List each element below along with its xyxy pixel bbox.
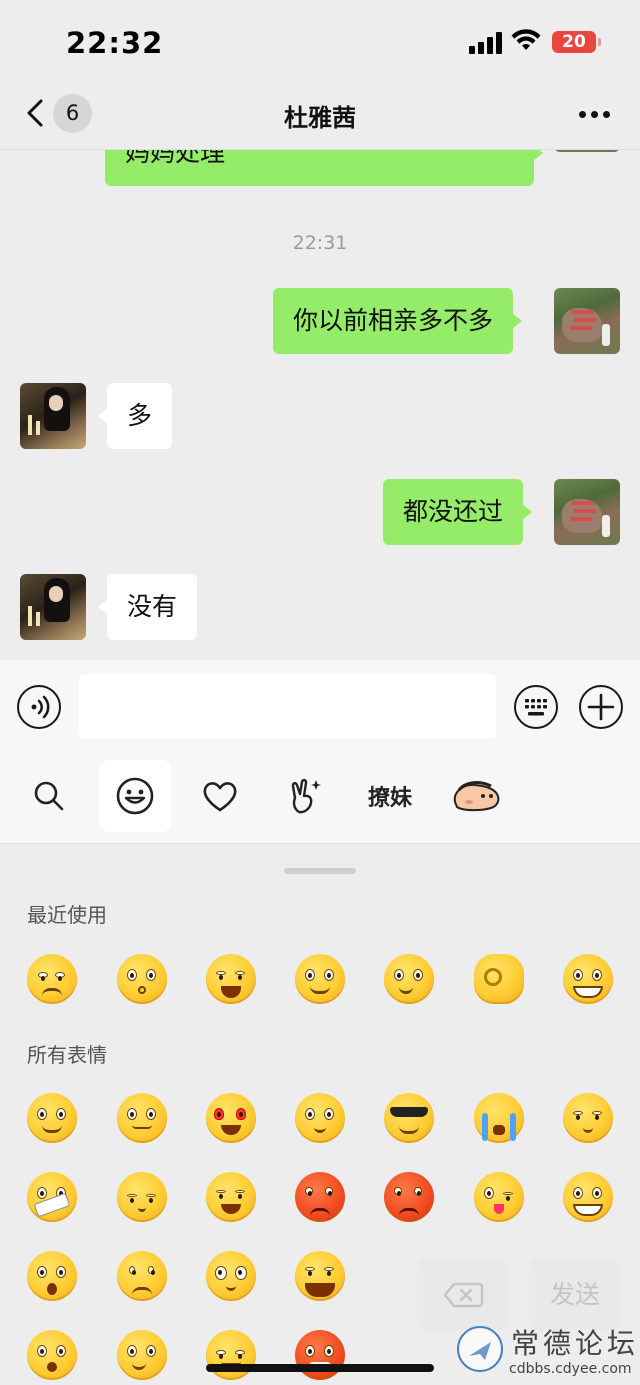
voice-icon	[31, 695, 50, 719]
message-bubble-received[interactable]: 多	[97, 383, 173, 449]
emoji-shut-mouth-icon[interactable]	[27, 1172, 77, 1222]
emoji-sad-icon[interactable]	[117, 1251, 167, 1301]
forum-watermark: 常德论坛 cdbbs.cdyee.com	[455, 1322, 640, 1385]
send-button[interactable]: 发送	[529, 1260, 621, 1330]
tab-sticker-hand[interactable]	[269, 760, 341, 832]
my-avatar[interactable]	[554, 288, 620, 354]
plus-icon	[587, 693, 615, 721]
victory-hand-icon	[291, 778, 321, 814]
emoji-rage-icon[interactable]	[295, 1330, 345, 1380]
emoji-sideeye-icon[interactable]	[295, 1093, 345, 1143]
wifi-icon	[511, 29, 541, 50]
my-avatar[interactable]	[554, 150, 620, 152]
recent-emoji-title: 最近使用	[27, 903, 107, 927]
message-list[interactable]: 妈妈处理 22:31 你以前相亲多不多 多 都没还过 没有	[0, 150, 640, 660]
keyboard-icon	[525, 699, 547, 716]
emoji-sigh-icon[interactable]	[27, 954, 77, 1004]
message-bubble-sent[interactable]: 你以前相亲多不多	[273, 288, 523, 354]
emoji-shy-icon[interactable]	[563, 1093, 613, 1143]
chat-title: 杜雅茜	[284, 104, 356, 132]
emoji-grin-icon[interactable]	[563, 954, 613, 1004]
heart-icon	[203, 782, 237, 812]
tab-emoji-search[interactable]	[13, 760, 85, 832]
emoji-heart-eyes-icon[interactable]	[206, 1093, 256, 1143]
message-text: 没有	[127, 592, 178, 621]
emoji-crying-icon[interactable]	[474, 1093, 524, 1143]
status-time: 22:32	[66, 26, 164, 60]
emoji-shocked-icon[interactable]	[117, 954, 167, 1004]
tab-favorites[interactable]	[184, 760, 256, 832]
message-text: 都没还过	[403, 497, 504, 526]
panel-drag-handle[interactable]	[284, 868, 356, 874]
message-input[interactable]	[79, 674, 496, 739]
more-functions-button[interactable]	[579, 685, 623, 729]
watermark-name: 常德论坛	[511, 1327, 640, 1360]
status-bar: 22:32 20	[0, 0, 640, 86]
message-bubble-received[interactable]: 没有	[97, 574, 198, 640]
contact-avatar[interactable]	[20, 383, 86, 449]
emoji-furious-icon[interactable]	[384, 1172, 434, 1222]
crayon-shin-chan-icon	[453, 781, 500, 812]
more-options-icon[interactable]	[579, 111, 611, 119]
input-toolbar: 撩妹	[0, 660, 640, 844]
keyboard-toggle-button[interactable]	[514, 685, 558, 729]
tab-sticker-shinchan[interactable]	[440, 760, 512, 832]
message-timestamp: 22:31	[292, 232, 348, 254]
message-text: 妈妈处理	[125, 150, 226, 167]
emoji-astonished-icon[interactable]	[27, 1330, 77, 1380]
emoji-big-grin-icon[interactable]	[563, 1172, 613, 1222]
emoji-thinking-icon[interactable]	[384, 954, 434, 1004]
tab-default-emoji[interactable]	[99, 760, 171, 832]
smiley-icon	[116, 777, 154, 815]
emoji-smirk-icon[interactable]	[295, 954, 345, 1004]
sticker-pack-label: 撩妹	[367, 785, 412, 811]
message-text: 你以前相亲多不多	[293, 306, 494, 335]
emoji-laugh-tears-icon[interactable]	[206, 954, 256, 1004]
contact-avatar[interactable]	[20, 574, 86, 640]
emoji-sleepy-icon[interactable]	[117, 1172, 167, 1222]
search-icon	[34, 781, 64, 811]
message-bubble-sent[interactable]: 妈妈处理	[105, 150, 543, 186]
emoji-panel[interactable]: 最近使用 所有表情 发送	[0, 845, 640, 1385]
backspace-icon	[443, 1282, 484, 1308]
battery-level: 20	[562, 32, 586, 52]
home-indicator[interactable]	[206, 1364, 434, 1372]
emoji-angry-sweat-icon[interactable]	[295, 1172, 345, 1222]
all-emoji-title: 所有表情	[27, 1043, 107, 1067]
chat-header: 6 杜雅茜	[0, 86, 640, 150]
emoji-worried-icon[interactable]	[117, 1093, 167, 1143]
tab-sticker-pack-text[interactable]: 撩妹	[354, 760, 426, 832]
emoji-category-tabs: 撩妹	[0, 760, 640, 832]
emoji-surprised-icon[interactable]	[27, 1251, 77, 1301]
my-avatar[interactable]	[554, 479, 620, 545]
battery-indicator: 20	[552, 31, 601, 53]
emoji-smile-icon[interactable]	[27, 1093, 77, 1143]
delete-emoji-button[interactable]	[417, 1260, 509, 1330]
emoji-laughing-icon[interactable]	[295, 1251, 345, 1301]
forum-logo-icon	[457, 1326, 503, 1372]
emoji-tongue-wink-icon[interactable]	[474, 1172, 524, 1222]
emoji-unamused-icon[interactable]	[206, 1330, 256, 1380]
cellular-signal-icon	[469, 32, 503, 54]
emoji-ok-hand-icon[interactable]	[474, 954, 524, 1004]
emoji-confused-icon[interactable]	[117, 1330, 167, 1380]
message-bubble-sent[interactable]: 都没还过	[383, 479, 533, 545]
emoji-sunglasses-icon[interactable]	[384, 1093, 434, 1143]
message-text: 多	[127, 401, 153, 430]
emoji-pleading-icon[interactable]	[206, 1251, 256, 1301]
watermark-url: cdbbs.cdyee.com	[509, 1361, 632, 1377]
emoji-sob-icon[interactable]	[206, 1172, 256, 1222]
voice-input-button[interactable]	[17, 685, 61, 729]
